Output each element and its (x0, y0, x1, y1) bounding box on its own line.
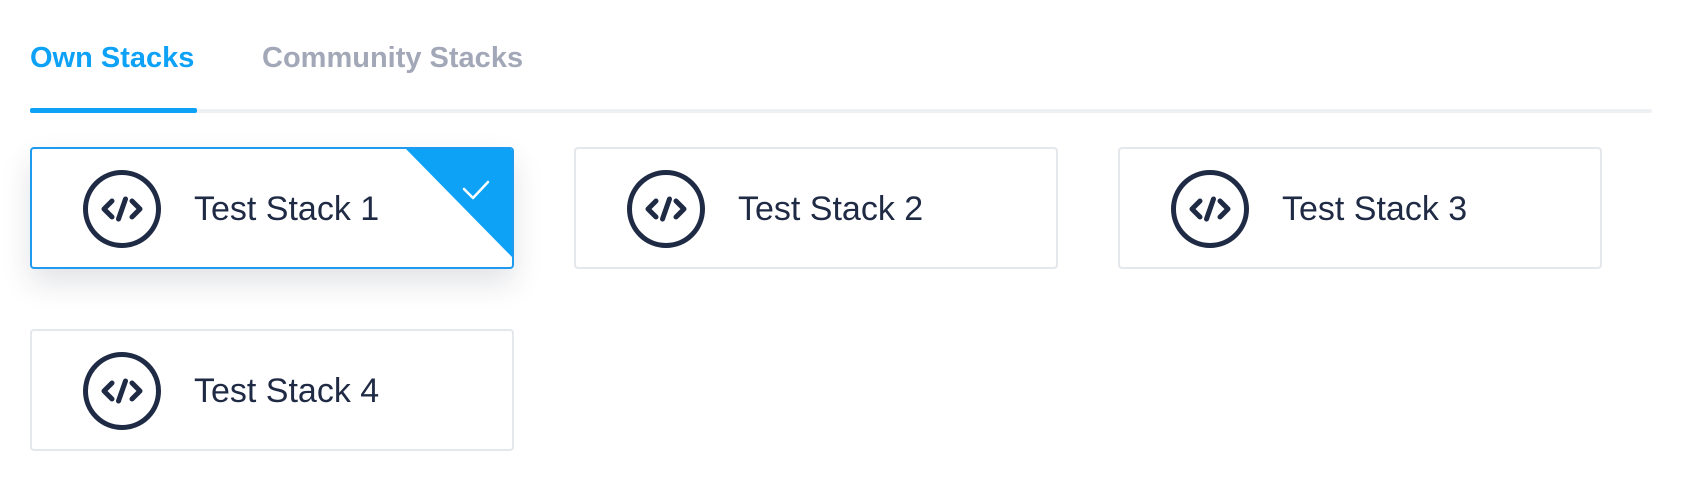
stack-card-test-stack-3[interactable]: Test Stack 3 (1118, 147, 1602, 269)
stack-picker: Own Stacks Community Stacks Test Stack 1 (0, 0, 1708, 486)
stack-tabs: Own Stacks Community Stacks (30, 0, 1652, 115)
code-icon (626, 169, 706, 249)
stack-card-test-stack-1[interactable]: Test Stack 1 (30, 147, 514, 269)
stack-card-label: Test Stack 2 (738, 190, 924, 228)
stack-card-label: Test Stack 3 (1282, 190, 1468, 228)
stack-card-label: Test Stack 1 (194, 190, 380, 228)
active-tab-indicator (30, 108, 197, 113)
code-icon (82, 351, 162, 431)
tab-own-stacks[interactable]: Own Stacks (30, 38, 194, 78)
tab-community-stacks[interactable]: Community Stacks (262, 38, 523, 78)
stack-card-test-stack-2[interactable]: Test Stack 2 (574, 147, 1058, 269)
selected-check-badge (406, 149, 512, 257)
code-icon (1170, 169, 1250, 249)
stack-card-label: Test Stack 4 (194, 372, 380, 410)
stack-card-test-stack-4[interactable]: Test Stack 4 (30, 329, 514, 451)
tabs-divider (30, 109, 1652, 113)
code-icon (82, 169, 162, 249)
